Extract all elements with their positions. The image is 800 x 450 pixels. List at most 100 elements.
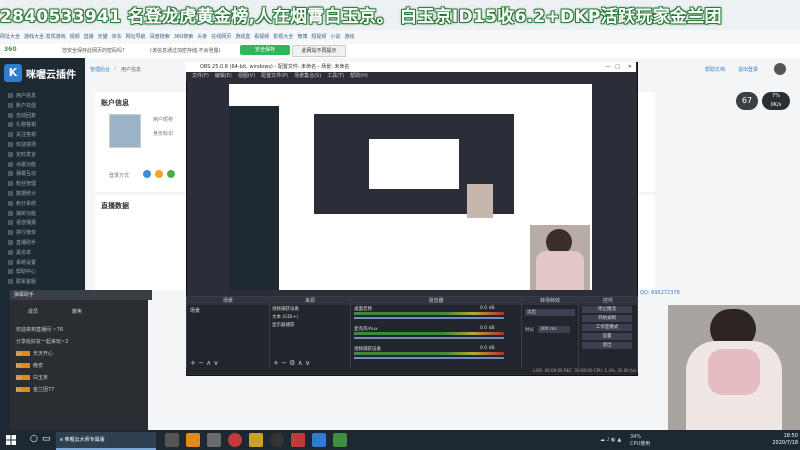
taskbar-app-icon[interactable] bbox=[165, 433, 179, 447]
sidebar-item[interactable]: 积分系统 bbox=[8, 200, 78, 210]
tray-icons[interactable]: ☁ ♪ ◐ ▲ bbox=[600, 437, 621, 443]
bookmark-item[interactable]: 网址导航 bbox=[126, 33, 146, 40]
save-password-button[interactable]: 安全保存 bbox=[240, 45, 290, 55]
bookmark-item[interactable]: 游戏 bbox=[344, 33, 354, 40]
mixer-volume-slider[interactable] bbox=[354, 357, 504, 359]
obs-menu-item[interactable]: 场景集合(S) bbox=[294, 73, 321, 79]
minimize-icon[interactable]: — bbox=[605, 62, 610, 72]
obs-control-button[interactable]: 设置 bbox=[582, 333, 632, 340]
obs-taskbar-icon[interactable] bbox=[270, 433, 284, 447]
sidebar-item[interactable]: 系统设置 bbox=[8, 259, 78, 269]
qq-login-icon[interactable] bbox=[143, 170, 151, 178]
bookmark-item[interactable]: 京东 bbox=[112, 33, 122, 40]
sidebar-item-icon bbox=[8, 171, 13, 177]
breadcrumb-home[interactable]: 管理后台 bbox=[90, 66, 110, 73]
bookmark-item[interactable]: 影视大全 bbox=[273, 33, 293, 40]
sidebar-item[interactable]: 数据统计 bbox=[8, 190, 78, 200]
never-prompt-button[interactable]: 此网站不再提示 bbox=[292, 45, 346, 57]
logout-link[interactable]: 退出登录 bbox=[738, 66, 758, 73]
source-add-remove[interactable]: + − ⚙ ∧ ∨ bbox=[273, 359, 310, 367]
bookmark-item[interactable]: 微博 bbox=[297, 33, 307, 40]
obs-menu-item[interactable]: 文件(F) bbox=[192, 73, 209, 79]
taskbar-app-icon[interactable] bbox=[333, 433, 347, 447]
obs-menu-item[interactable]: 视图(V) bbox=[238, 73, 255, 79]
cpu-usage-value: 34% bbox=[630, 434, 642, 440]
sidebar-item[interactable]: 帮助中心 bbox=[8, 268, 78, 278]
clock-time: 18:50 bbox=[783, 433, 798, 439]
bookmark-item[interactable]: 游戏盒 bbox=[235, 33, 250, 40]
taskbar-app-icon[interactable] bbox=[228, 433, 242, 447]
obs-menu-item[interactable]: 配置文件(P) bbox=[261, 73, 288, 79]
taskbar-app-icon[interactable] bbox=[291, 433, 305, 447]
user-avatar[interactable] bbox=[774, 63, 786, 75]
bookmark-item[interactable]: 360搜索 bbox=[174, 33, 194, 40]
sidebar-item[interactable]: 定时发言 bbox=[8, 151, 78, 161]
bookmark-item[interactable]: 在线网页 bbox=[211, 33, 231, 40]
bookmark-item[interactable]: 头条 bbox=[197, 33, 207, 40]
taskbar-clock[interactable]: 18:50 2020/7/18 bbox=[742, 433, 798, 447]
search-icon[interactable]: ○ bbox=[30, 434, 38, 444]
bookmark-item[interactable]: 直播 bbox=[84, 33, 94, 40]
sidebar-item-icon bbox=[8, 240, 13, 245]
windows-start-icon[interactable] bbox=[6, 435, 16, 445]
bookmark-item[interactable]: 看视频 bbox=[254, 33, 269, 40]
help-doc-link[interactable]: 帮助文档 bbox=[705, 66, 725, 73]
sidebar-item[interactable]: 抽奖功能 bbox=[8, 210, 78, 220]
obs-menu-item[interactable]: 编辑(E) bbox=[215, 73, 232, 79]
sidebar-item[interactable]: 弹幕互动 bbox=[8, 170, 78, 180]
chat-tab-focus[interactable]: 聚焦 bbox=[72, 308, 82, 315]
taskbar-app-browser[interactable]: e 咪喔云大师专属版 bbox=[56, 432, 156, 450]
duration-input[interactable]: 300 ms bbox=[538, 326, 570, 333]
weibo-login-icon[interactable] bbox=[155, 170, 163, 178]
sidebar-item[interactable]: 自动回复 bbox=[8, 112, 78, 122]
sidebar-item[interactable]: 联系客服 bbox=[8, 278, 78, 288]
sidebar-item[interactable]: 欢迎进场 bbox=[8, 141, 78, 151]
mixer-volume-slider[interactable] bbox=[354, 337, 504, 339]
sidebar-item[interactable]: 关注答谢 bbox=[8, 131, 78, 141]
taskbar-app-icon[interactable] bbox=[207, 433, 221, 447]
sidebar-item[interactable]: 粉丝管理 bbox=[8, 180, 78, 190]
close-icon[interactable]: ✕ bbox=[628, 62, 632, 72]
sidebar-item[interactable]: 黑名单 bbox=[8, 249, 78, 259]
app-logo-text: 咪喔云插件 bbox=[26, 70, 76, 81]
transition-select[interactable]: 淡出 bbox=[525, 309, 575, 316]
scene-add-remove[interactable]: + − ∧ ∨ bbox=[190, 359, 219, 367]
bookmark-item[interactable]: 天猫 bbox=[98, 33, 108, 40]
source-item[interactable]: 视频捕获设备 bbox=[272, 306, 346, 312]
obs-control-button[interactable]: 停止推流 bbox=[582, 306, 632, 313]
obs-control-button[interactable]: 开始录制 bbox=[582, 315, 632, 322]
taskbar-app-icon[interactable] bbox=[312, 433, 326, 447]
sidebar-item[interactable]: 账户充值 bbox=[8, 102, 78, 112]
chat-user-badge: Lv bbox=[16, 363, 30, 369]
mixer-volume-slider[interactable] bbox=[354, 317, 504, 319]
obs-control-button[interactable]: 退出 bbox=[582, 342, 632, 349]
chat-tab-members[interactable]: 成员 bbox=[28, 308, 38, 315]
source-item[interactable]: 显示器捕获 bbox=[272, 322, 346, 328]
obs-title-text: OBS 25.0.8 (64-bit, windows) - 配置文件: 未命名… bbox=[200, 64, 350, 70]
sidebar-item[interactable]: 点歌功能 bbox=[8, 161, 78, 171]
bookmark-item[interactable]: 短视频 bbox=[311, 33, 326, 40]
sidebar-item[interactable]: 排行榜单 bbox=[8, 229, 78, 239]
bookmark-item[interactable]: 小说 bbox=[330, 33, 340, 40]
bookmark-item[interactable]: 游戏大全·发现游戏 bbox=[24, 33, 66, 40]
bookmark-item[interactable]: 视频 bbox=[70, 33, 80, 40]
taskbar-app-icon[interactable] bbox=[186, 433, 200, 447]
level-badge: 67 bbox=[736, 92, 758, 110]
scene-item[interactable]: 场景 bbox=[190, 307, 200, 314]
obs-menu-item[interactable]: 工具(T) bbox=[327, 73, 344, 79]
sidebar-item[interactable]: 礼物答谢 bbox=[8, 121, 78, 131]
qq-contact-label: QQ: 695272378 bbox=[640, 290, 680, 296]
source-item[interactable]: 文本 (GDI+) bbox=[272, 314, 346, 320]
sidebar-item[interactable]: 语音播报 bbox=[8, 219, 78, 229]
wechat-login-icon[interactable] bbox=[167, 170, 175, 178]
bookmark-item[interactable]: 百度搜索 bbox=[150, 33, 170, 40]
task-view-icon[interactable]: ▭ bbox=[42, 434, 51, 444]
maximize-icon[interactable]: □ bbox=[615, 62, 620, 72]
obs-menu-item[interactable]: 帮助(H) bbox=[350, 73, 368, 79]
obs-control-button[interactable]: 工作室模式 bbox=[582, 324, 632, 331]
bookmark-item[interactable]: 网址大全 bbox=[0, 33, 20, 40]
chat-message-text: 分享给好友一起来玩~2 bbox=[16, 339, 69, 345]
sidebar-item[interactable]: 用户信息 bbox=[8, 92, 78, 102]
sidebar-item[interactable]: 直播助手 bbox=[8, 239, 78, 249]
taskbar-app-icon[interactable] bbox=[249, 433, 263, 447]
